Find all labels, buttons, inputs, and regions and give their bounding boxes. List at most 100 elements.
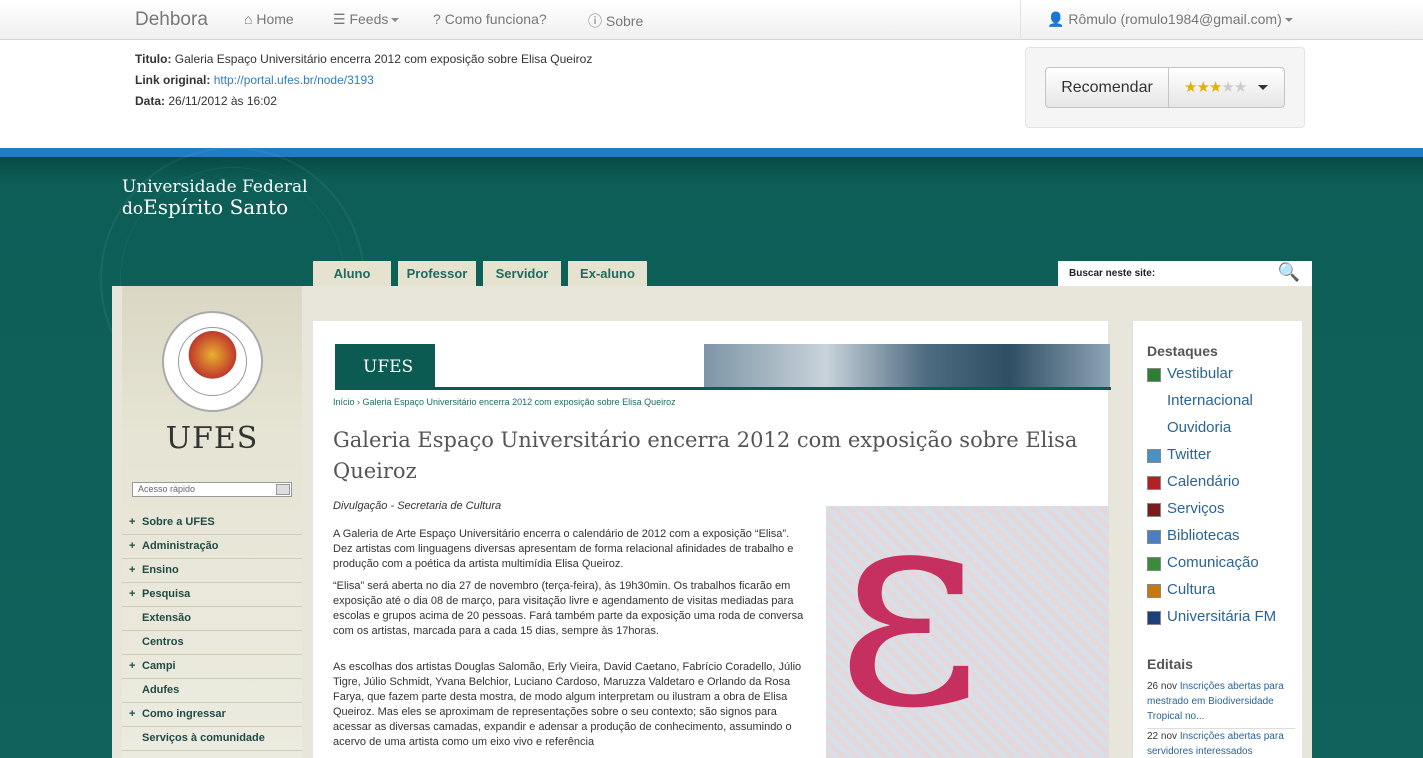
nav-feeds-label: Feeds <box>349 11 389 27</box>
left-menu-item[interactable]: + Sobre a UFES <box>122 511 302 535</box>
coat-of-arms <box>178 327 247 396</box>
highlight-link[interactable]: Bibliotecas <box>1147 527 1297 554</box>
plus-icon: + <box>129 708 136 720</box>
highlight-label: Bibliotecas <box>1167 527 1240 544</box>
article-title: Galeria Espaço Universitário encerra 201… <box>333 428 1078 483</box>
notice-item[interactable]: 22 nov Inscrições abertas para servidore… <box>1147 729 1295 758</box>
recommend-button[interactable]: Recomendar <box>1045 67 1169 108</box>
article-image-letter: ε <box>836 506 982 758</box>
question-icon: ? <box>433 11 441 27</box>
chevron-down-icon <box>1284 18 1293 23</box>
chevron-down-icon <box>1258 85 1268 90</box>
top-navbar: Dehbora ⌂ Home ☰ Feeds ? Como funciona? … <box>0 0 1423 40</box>
university-name-line2b: Espírito Santo <box>143 195 289 219</box>
user-menu[interactable]: 👤 Rômulo (romulo1984@gmail.com) <box>1020 0 1423 40</box>
rating-dropdown[interactable]: ★★★★★ <box>1168 67 1285 108</box>
article-credit: Divulgação - Secretaria de Cultura <box>333 500 502 512</box>
star-icon: ★ <box>1233 79 1247 96</box>
nav-home[interactable]: ⌂ Home <box>244 11 294 27</box>
notices-title: Editais <box>1147 656 1193 672</box>
nav-home-label: Home <box>256 11 294 27</box>
notice-item[interactable]: 26 nov Inscrições abertas para mestrado … <box>1147 679 1295 729</box>
left-menu-item[interactable]: Extensão <box>122 607 302 631</box>
communication-icon <box>1147 557 1161 571</box>
highlight-link[interactable]: Twitter <box>1147 446 1297 473</box>
left-menu-item[interactable]: + Como ingressar <box>122 703 302 727</box>
info-icon: ⓘ <box>588 13 602 29</box>
star-icon: ★ <box>1208 79 1222 96</box>
item-title: Galeria Espaço Universitário encerra 201… <box>174 52 593 66</box>
site-search[interactable]: Buscar neste site: 🔍 <box>1058 261 1312 286</box>
ufes-logo[interactable]: UFES <box>122 421 302 456</box>
ufes-seal <box>162 311 263 412</box>
article-paragraph-3: As escolhas dos artistas Douglas Salomão… <box>333 661 802 748</box>
nav-feeds[interactable]: ☰ Feeds <box>333 11 400 28</box>
star-icon: ★ <box>1221 79 1234 96</box>
left-menu-label: Serviços à comunidade <box>142 732 265 744</box>
university-name-line1: Universidade Federal <box>122 177 308 197</box>
user-icon: 👤 <box>1047 11 1065 27</box>
plus-icon: + <box>129 588 136 600</box>
left-menu-label: Ensino <box>142 564 179 576</box>
banner-underline <box>335 387 1111 390</box>
highlights-list: Vestibular Internacional Ouvidoria Twitter C… <box>1147 365 1297 635</box>
left-menu-label: Extensão <box>142 612 191 624</box>
left-menu-item[interactable]: + Ensino <box>122 559 302 583</box>
highlight-link[interactable]: Calendário <box>1147 473 1297 500</box>
banner-logo: UFES <box>335 344 435 387</box>
nav-about[interactable]: ⓘ Sobre <box>588 11 643 31</box>
banner-image <box>704 344 1110 387</box>
culture-icon <box>1147 584 1161 598</box>
main-content: UFES Início › Galeria Espaço Universitár… <box>313 321 1111 758</box>
left-menu-item[interactable]: + Administração <box>122 535 302 559</box>
left-menu-item[interactable]: Centros <box>122 631 302 655</box>
item-date: 26/11/2012 às 16:02 <box>168 94 277 108</box>
highlight-label: Ouvidoria <box>1167 419 1232 436</box>
plus-icon: + <box>129 660 136 672</box>
item-title-label: Titulo: <box>135 52 172 66</box>
brand-link[interactable]: Dehbora <box>135 9 208 31</box>
highlight-link[interactable]: Internacional <box>1147 392 1297 419</box>
left-menu-item[interactable]: + Campi <box>122 655 302 679</box>
tab-servidor[interactable]: Servidor <box>483 261 561 286</box>
nav-how-label: Como funciona? <box>444 11 547 27</box>
highlight-link[interactable]: Universitária FM <box>1147 608 1297 635</box>
item-date-label: Data: <box>135 94 166 108</box>
university-name[interactable]: Universidade Federal doEspírito Santo <box>122 177 308 219</box>
left-menu-item[interactable]: Adufes <box>122 679 302 703</box>
section-banner: UFES <box>335 344 1111 387</box>
star-icon: ★ <box>1184 79 1197 96</box>
nav-how[interactable]: ? Como funciona? <box>433 11 547 27</box>
highlight-link[interactable]: Cultura <box>1147 581 1297 608</box>
search-icon[interactable]: 🔍 <box>1278 262 1300 283</box>
article-image: ε <box>826 506 1109 758</box>
vestibular-icon <box>1147 368 1161 382</box>
recommend-panel: Recomendar ★★★★★ <box>1025 47 1305 128</box>
tab-ex-aluno[interactable]: Ex-aluno <box>568 261 647 286</box>
item-link-row: Link original: http://portal.ufes.br/nod… <box>135 70 592 91</box>
left-menu-label: Sobre a UFES <box>142 516 215 528</box>
breadcrumb[interactable]: Início › Galeria Espaço Universitário en… <box>333 397 676 407</box>
highlight-label: Universitária FM <box>1167 608 1277 625</box>
nav-about-label: Sobre <box>605 13 644 29</box>
search-label: Buscar neste site: <box>1069 268 1156 279</box>
item-title-row: Titulo: Galeria Espaço Universitário enc… <box>135 49 592 70</box>
left-sidebar: UFES Acesso rápido + Sobre a UFES + Adminis… <box>122 286 302 758</box>
ufes-page: Universidade Federal doEspírito Santo Al… <box>0 147 1423 758</box>
highlight-link[interactable]: Serviços <box>1147 500 1297 527</box>
plus-icon: + <box>129 516 136 528</box>
highlight-link[interactable]: Ouvidoria <box>1147 419 1297 446</box>
user-label: Rômulo (romulo1984@gmail.com) <box>1068 11 1282 27</box>
highlight-label: Calendário <box>1167 473 1240 490</box>
quick-access-label: Acesso rápido <box>138 484 196 494</box>
quick-access-select[interactable]: Acesso rápido <box>132 482 292 497</box>
article-paragraph-1: A Galeria de Arte Espaço Universitário e… <box>333 528 794 570</box>
highlight-link[interactable]: Comunicação <box>1147 554 1297 581</box>
left-menu-item[interactable]: Serviços à comunidade <box>122 727 302 751</box>
highlight-link[interactable]: Vestibular <box>1147 365 1297 392</box>
tab-aluno[interactable]: Aluno <box>313 261 391 286</box>
star-icon: ★ <box>1196 79 1209 96</box>
item-link[interactable]: http://portal.ufes.br/node/3193 <box>214 73 374 87</box>
left-menu-item[interactable]: + Pesquisa <box>122 583 302 607</box>
tab-professor[interactable]: Professor <box>398 261 476 286</box>
